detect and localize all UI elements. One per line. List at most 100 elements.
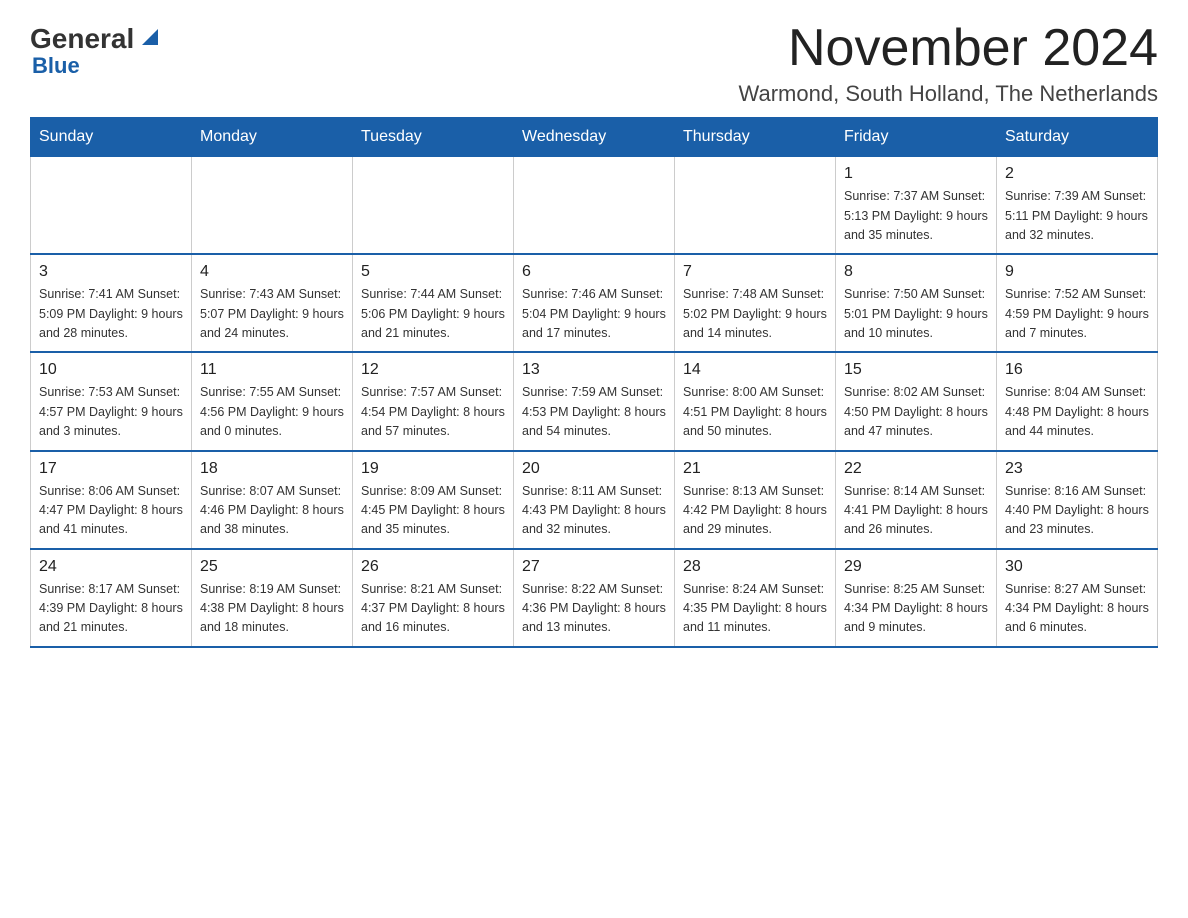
day-info: Sunrise: 8:06 AM Sunset: 4:47 PM Dayligh…	[39, 482, 183, 540]
day-number: 13	[522, 361, 666, 379]
calendar-header-wednesday: Wednesday	[514, 118, 675, 157]
calendar-header-saturday: Saturday	[997, 118, 1158, 157]
calendar-cell: 20 Sunrise: 8:11 AM Sunset: 4:43 PM Dayli…	[514, 451, 675, 549]
calendar-week-3: 10 Sunrise: 7:53 AM Sunset: 4:57 PM Dayli…	[31, 352, 1158, 450]
day-info: Sunrise: 8:17 AM Sunset: 4:39 PM Dayligh…	[39, 580, 183, 638]
calendar-cell: 2 Sunrise: 7:39 AM Sunset: 5:11 PM Daylig…	[997, 157, 1158, 255]
day-number: 3	[39, 263, 183, 281]
day-number: 27	[522, 558, 666, 576]
day-number: 19	[361, 460, 505, 478]
calendar-cell: 18 Sunrise: 8:07 AM Sunset: 4:46 PM Dayli…	[192, 451, 353, 549]
day-number: 7	[683, 263, 827, 281]
calendar-week-2: 3 Sunrise: 7:41 AM Sunset: 5:09 PM Daylig…	[31, 254, 1158, 352]
day-info: Sunrise: 8:13 AM Sunset: 4:42 PM Dayligh…	[683, 482, 827, 540]
calendar-cell: 11Sunrise: 7:55 AM Sunset: 4:56 PM Dayli…	[192, 352, 353, 450]
day-info: Sunrise: 8:14 AM Sunset: 4:41 PM Dayligh…	[844, 482, 988, 540]
calendar-cell: 17 Sunrise: 8:06 AM Sunset: 4:47 PM Dayli…	[31, 451, 192, 549]
day-info: Sunrise: 7:52 AM Sunset: 4:59 PM Dayligh…	[1005, 285, 1149, 343]
day-info: Sunrise: 8:21 AM Sunset: 4:37 PM Dayligh…	[361, 580, 505, 638]
day-number: 6	[522, 263, 666, 281]
day-number: 23	[1005, 460, 1149, 478]
day-info: Sunrise: 7:43 AM Sunset: 5:07 PM Dayligh…	[200, 285, 344, 343]
day-number: 15	[844, 361, 988, 379]
calendar-header-friday: Friday	[836, 118, 997, 157]
day-number: 17	[39, 460, 183, 478]
calendar-cell: 13 Sunrise: 7:59 AM Sunset: 4:53 PM Dayli…	[514, 352, 675, 450]
day-info: Sunrise: 8:25 AM Sunset: 4:34 PM Dayligh…	[844, 580, 988, 638]
logo-general: General	[30, 25, 134, 53]
day-number: 29	[844, 558, 988, 576]
calendar-cell: 6Sunrise: 7:46 AM Sunset: 5:04 PM Daylig…	[514, 254, 675, 352]
day-number: 22	[844, 460, 988, 478]
calendar-cell: 22 Sunrise: 8:14 AM Sunset: 4:41 PM Dayli…	[836, 451, 997, 549]
day-info: Sunrise: 7:41 AM Sunset: 5:09 PM Dayligh…	[39, 285, 183, 343]
calendar-cell: 5 Sunrise: 7:44 AM Sunset: 5:06 PM Daylig…	[353, 254, 514, 352]
day-number: 2	[1005, 165, 1149, 183]
calendar-header-tuesday: Tuesday	[353, 118, 514, 157]
calendar-cell: 24 Sunrise: 8:17 AM Sunset: 4:39 PM Dayli…	[31, 549, 192, 647]
calendar-cell: 14 Sunrise: 8:00 AM Sunset: 4:51 PM Dayli…	[675, 352, 836, 450]
calendar-cell: 16 Sunrise: 8:04 AM Sunset: 4:48 PM Dayli…	[997, 352, 1158, 450]
day-number: 18	[200, 460, 344, 478]
day-info: Sunrise: 8:22 AM Sunset: 4:36 PM Dayligh…	[522, 580, 666, 638]
calendar-header-row: SundayMondayTuesdayWednesdayThursdayFrid…	[31, 118, 1158, 157]
calendar-cell: 4 Sunrise: 7:43 AM Sunset: 5:07 PM Daylig…	[192, 254, 353, 352]
day-info: Sunrise: 8:00 AM Sunset: 4:51 PM Dayligh…	[683, 383, 827, 441]
calendar-cell: 29 Sunrise: 8:25 AM Sunset: 4:34 PM Dayli…	[836, 549, 997, 647]
calendar-week-1: 1Sunrise: 7:37 AM Sunset: 5:13 PM Daylig…	[31, 157, 1158, 255]
day-number: 25	[200, 558, 344, 576]
day-number: 28	[683, 558, 827, 576]
calendar-cell	[31, 157, 192, 255]
day-number: 24	[39, 558, 183, 576]
day-number: 10	[39, 361, 183, 379]
calendar-cell: 8 Sunrise: 7:50 AM Sunset: 5:01 PM Daylig…	[836, 254, 997, 352]
day-number: 16	[1005, 361, 1149, 379]
calendar-week-5: 24 Sunrise: 8:17 AM Sunset: 4:39 PM Dayli…	[31, 549, 1158, 647]
calendar-header-monday: Monday	[192, 118, 353, 157]
calendar-cell	[675, 157, 836, 255]
day-number: 26	[361, 558, 505, 576]
day-number: 8	[844, 263, 988, 281]
calendar-cell: 21 Sunrise: 8:13 AM Sunset: 4:42 PM Dayli…	[675, 451, 836, 549]
day-info: Sunrise: 8:27 AM Sunset: 4:34 PM Dayligh…	[1005, 580, 1149, 638]
day-info: Sunrise: 8:02 AM Sunset: 4:50 PM Dayligh…	[844, 383, 988, 441]
subtitle: Warmond, South Holland, The Netherlands	[739, 81, 1158, 107]
day-number: 4	[200, 263, 344, 281]
calendar-cell: 15 Sunrise: 8:02 AM Sunset: 4:50 PM Dayli…	[836, 352, 997, 450]
title-area: November 2024 Warmond, South Holland, Th…	[739, 20, 1158, 107]
calendar-cell: 23Sunrise: 8:16 AM Sunset: 4:40 PM Dayli…	[997, 451, 1158, 549]
day-info: Sunrise: 8:09 AM Sunset: 4:45 PM Dayligh…	[361, 482, 505, 540]
logo: General Blue	[30, 20, 164, 79]
day-info: Sunrise: 7:53 AM Sunset: 4:57 PM Dayligh…	[39, 383, 183, 441]
day-number: 14	[683, 361, 827, 379]
calendar-cell: 27 Sunrise: 8:22 AM Sunset: 4:36 PM Dayli…	[514, 549, 675, 647]
logo-triangle-icon	[136, 23, 164, 51]
day-info: Sunrise: 8:11 AM Sunset: 4:43 PM Dayligh…	[522, 482, 666, 540]
calendar-cell: 1Sunrise: 7:37 AM Sunset: 5:13 PM Daylig…	[836, 157, 997, 255]
day-number: 20	[522, 460, 666, 478]
day-number: 9	[1005, 263, 1149, 281]
calendar-cell: 30Sunrise: 8:27 AM Sunset: 4:34 PM Dayli…	[997, 549, 1158, 647]
day-number: 5	[361, 263, 505, 281]
day-info: Sunrise: 7:37 AM Sunset: 5:13 PM Dayligh…	[844, 187, 988, 245]
calendar-cell: 7 Sunrise: 7:48 AM Sunset: 5:02 PM Daylig…	[675, 254, 836, 352]
calendar-cell: 3 Sunrise: 7:41 AM Sunset: 5:09 PM Daylig…	[31, 254, 192, 352]
day-number: 21	[683, 460, 827, 478]
calendar-header-sunday: Sunday	[31, 118, 192, 157]
day-number: 11	[200, 361, 344, 379]
day-info: Sunrise: 7:59 AM Sunset: 4:53 PM Dayligh…	[522, 383, 666, 441]
day-info: Sunrise: 7:50 AM Sunset: 5:01 PM Dayligh…	[844, 285, 988, 343]
day-info: Sunrise: 7:48 AM Sunset: 5:02 PM Dayligh…	[683, 285, 827, 343]
day-info: Sunrise: 8:04 AM Sunset: 4:48 PM Dayligh…	[1005, 383, 1149, 441]
calendar-cell	[353, 157, 514, 255]
calendar-cell: 19 Sunrise: 8:09 AM Sunset: 4:45 PM Dayli…	[353, 451, 514, 549]
day-info: Sunrise: 8:19 AM Sunset: 4:38 PM Dayligh…	[200, 580, 344, 638]
day-info: Sunrise: 7:44 AM Sunset: 5:06 PM Dayligh…	[361, 285, 505, 343]
calendar-cell: 26 Sunrise: 8:21 AM Sunset: 4:37 PM Dayli…	[353, 549, 514, 647]
calendar-cell: 12Sunrise: 7:57 AM Sunset: 4:54 PM Dayli…	[353, 352, 514, 450]
calendar-cell: 25 Sunrise: 8:19 AM Sunset: 4:38 PM Dayli…	[192, 549, 353, 647]
logo-blue: Blue	[30, 53, 80, 78]
day-info: Sunrise: 7:39 AM Sunset: 5:11 PM Dayligh…	[1005, 187, 1149, 245]
day-info: Sunrise: 8:07 AM Sunset: 4:46 PM Dayligh…	[200, 482, 344, 540]
calendar-cell: 10 Sunrise: 7:53 AM Sunset: 4:57 PM Dayli…	[31, 352, 192, 450]
